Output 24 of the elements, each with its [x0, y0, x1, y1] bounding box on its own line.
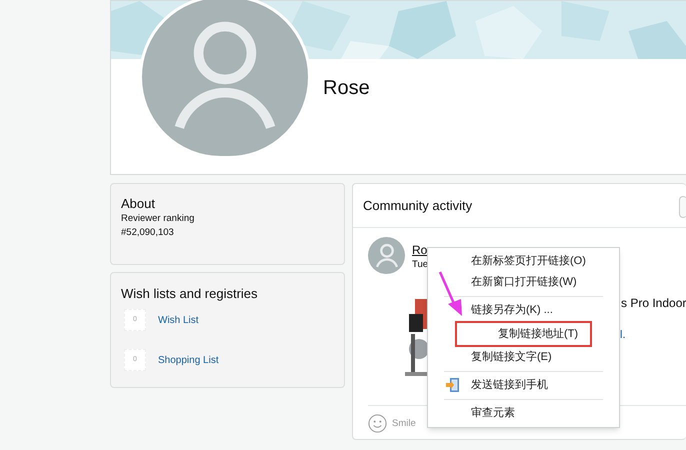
send-to-phone-icon — [446, 378, 460, 392]
menu-item[interactable]: 在新标签页打开链接(O) — [428, 251, 619, 272]
menu-item[interactable]: 复制链接文字(E) — [428, 347, 619, 368]
product-link[interactable]: l. — [620, 327, 626, 344]
button[interactable] — [679, 196, 686, 218]
card-title: Wish lists and registries — [121, 286, 259, 302]
product-title[interactable]: s Pro Indoor — [621, 294, 686, 312]
activity-date: Tue — [412, 258, 428, 272]
arrow-annotation — [438, 270, 464, 318]
card-title: Community activity — [363, 196, 472, 215]
list-link[interactable]: Wish List — [158, 312, 199, 328]
ranking-label: Reviewer ranking — [121, 212, 196, 226]
menu-item[interactable]: 在新窗口打开链接(W) — [428, 272, 619, 293]
activity-link[interactable]: Ro — [412, 241, 428, 259]
avatar-icon — [368, 237, 405, 274]
smile-icon[interactable] — [368, 414, 387, 433]
menu-item[interactable]: 复制链接地址(T) — [455, 321, 592, 347]
profile-name: Rose — [323, 76, 370, 101]
card-title: About — [121, 196, 156, 212]
menu-item[interactable]: 链接另存为(K) ... — [428, 293, 619, 321]
menu-item[interactable]: 审查元素 — [428, 396, 619, 424]
menu-item[interactable]: 发送链接到手机 — [428, 368, 619, 396]
ranking-value: #52,090,103 — [121, 226, 175, 240]
list-link[interactable]: Shopping List — [158, 352, 219, 368]
